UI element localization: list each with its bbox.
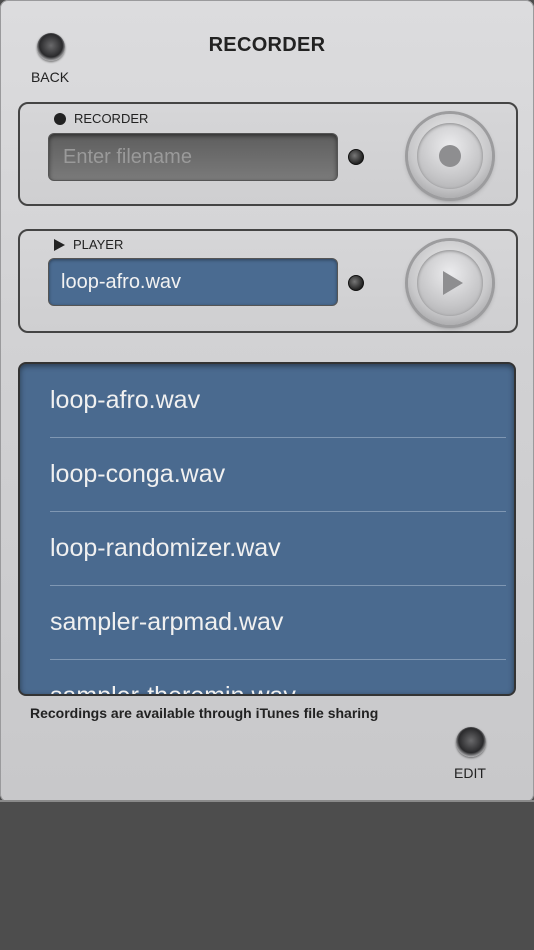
panel-bottom-edge (0, 800, 534, 802)
recorder-panel: BACK RECORDER RECORDER PLAYER loop-afro.… (0, 0, 534, 802)
list-item[interactable]: loop-afro.wav (50, 364, 506, 438)
list-item[interactable]: sampler-arpmad.wav (50, 586, 506, 660)
edit-label: EDIT (454, 765, 486, 781)
play-icon (443, 271, 463, 295)
record-button-face (417, 123, 483, 189)
file-list-container[interactable]: loop-afro.wav loop-conga.wav loop-random… (18, 362, 516, 696)
edit-button[interactable] (456, 727, 486, 757)
record-dot-icon (54, 112, 66, 125)
record-icon (439, 145, 461, 167)
player-led-indicator (348, 275, 364, 291)
filename-field[interactable] (48, 133, 338, 181)
recorder-led-indicator (348, 149, 364, 165)
play-button[interactable] (408, 241, 492, 325)
recorder-section: RECORDER (18, 102, 518, 206)
list-item[interactable]: loop-randomizer.wav (50, 512, 506, 586)
record-button[interactable] (408, 114, 492, 198)
filename-input[interactable] (61, 144, 325, 170)
selected-file-field[interactable]: loop-afro.wav (48, 258, 338, 306)
list-item[interactable]: sampler-theremin.wav (50, 660, 506, 694)
player-label: PLAYER (73, 237, 124, 252)
list-item[interactable]: loop-conga.wav (50, 438, 506, 512)
play-triangle-icon (54, 238, 65, 251)
page-title: RECORDER (208, 34, 326, 56)
back-label: BACK (30, 69, 70, 85)
play-button-face (417, 250, 483, 316)
recorder-label: RECORDER (74, 111, 149, 126)
player-section: PLAYER loop-afro.wav (18, 229, 518, 333)
recorder-header: RECORDER (54, 111, 148, 126)
file-list[interactable]: loop-afro.wav loop-conga.wav loop-random… (20, 364, 514, 694)
footer-note: Recordings are available through iTunes … (30, 705, 379, 721)
player-header: PLAYER (54, 237, 123, 252)
